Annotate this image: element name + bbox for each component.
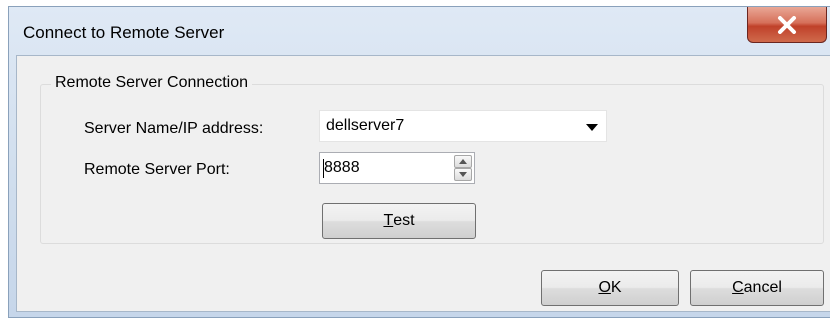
text-caret: [323, 159, 324, 178]
spin-down-button[interactable]: [454, 168, 472, 181]
cancel-mnemonic: C: [732, 279, 744, 296]
spin-up-button[interactable]: [454, 155, 472, 168]
server-name-label: Server Name/IP address:: [84, 120, 264, 137]
spin-buttons: [454, 155, 472, 181]
chevron-down-icon[interactable]: [586, 124, 598, 131]
window-title: Connect to Remote Server: [23, 23, 225, 42]
ok-label: K: [610, 279, 622, 296]
group-title: Remote Server Connection: [51, 74, 252, 92]
server-name-value: dellserver7: [326, 117, 405, 134]
remote-port-label: Remote Server Port:: [84, 161, 230, 178]
close-x-icon: [776, 15, 798, 34]
dialog-window: Connect to Remote Server Remote Server C…: [8, 6, 830, 318]
cancel-label: ancel: [743, 279, 782, 296]
remote-port-spinbox[interactable]: 8888: [319, 152, 475, 184]
test-mnemonic: T: [383, 212, 394, 229]
ok-button[interactable]: OK: [541, 270, 679, 306]
title-bar[interactable]: Connect to Remote Server: [9, 7, 830, 55]
spin-down-icon: [459, 172, 467, 177]
cancel-button[interactable]: Cancel: [690, 270, 824, 306]
dialog-body: Remote Server Connection Server Name/IP …: [16, 55, 830, 312]
close-button[interactable]: [747, 7, 827, 43]
spin-up-icon: [459, 159, 467, 164]
test-button[interactable]: Test: [322, 203, 476, 239]
remote-port-value: 8888: [324, 159, 360, 176]
server-name-combobox[interactable]: dellserver7: [319, 110, 607, 142]
ok-mnemonic: O: [598, 279, 611, 296]
test-label: est: [393, 212, 415, 229]
